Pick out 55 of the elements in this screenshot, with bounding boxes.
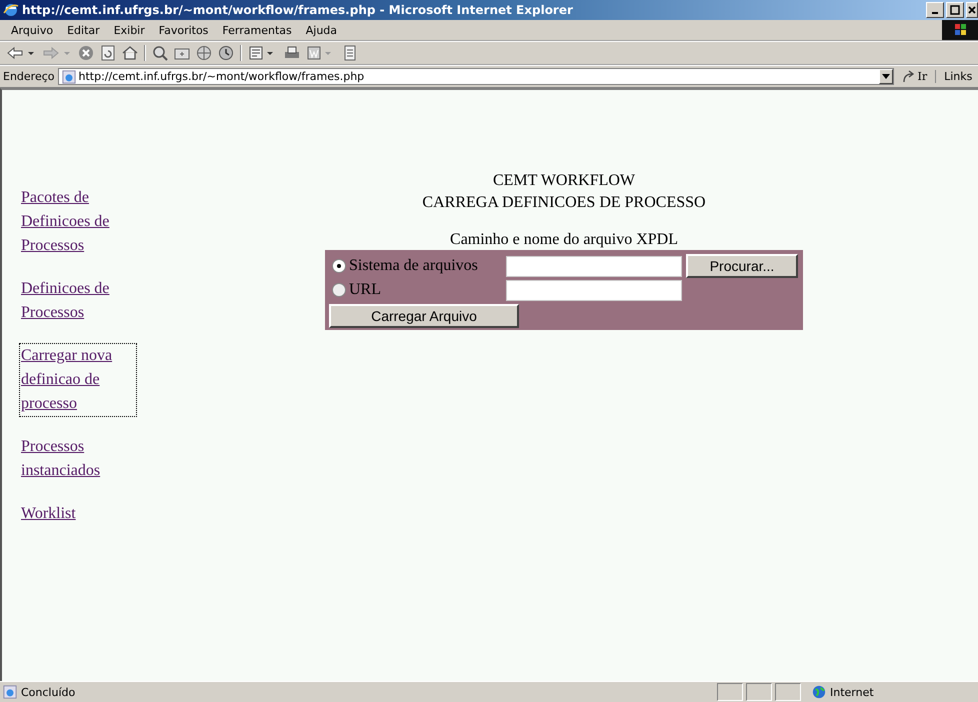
close-icon (967, 5, 977, 15)
status-pane (775, 683, 801, 701)
sidebar-link[interactable]: Definicoes de Processos (20, 277, 136, 325)
sidebar-link[interactable]: Carregar nova definicao de processo (20, 344, 136, 416)
home-icon[interactable] (122, 45, 138, 61)
links-button[interactable]: Links (935, 70, 972, 83)
address-label: Endereço (3, 70, 54, 83)
maximize-button[interactable] (946, 2, 964, 18)
address-field[interactable]: http://cemt.inf.ufrgs.br/~mont/workflow/frames.php (58, 68, 894, 85)
menu-item[interactable]: Ajuda (298, 24, 344, 36)
caret-icon (882, 74, 890, 79)
menu-item[interactable]: Arquivo (4, 24, 60, 36)
menu-item[interactable]: Favoritos (152, 24, 216, 36)
sidebar-link[interactable]: Worklist (20, 502, 136, 526)
close-button[interactable] (966, 2, 978, 18)
zone-text: Internet (830, 686, 874, 698)
browse-button[interactable]: Procurar... (686, 254, 798, 278)
browser-icon (3, 2, 19, 18)
status-pane (717, 683, 743, 701)
maximize-icon (950, 5, 960, 15)
submit-button[interactable]: Carregar Arquivo (329, 304, 519, 328)
search-icon[interactable] (152, 45, 168, 61)
back-arrow-icon[interactable] (6, 45, 36, 61)
menu-item[interactable]: Editar (60, 24, 107, 36)
dropdown-button[interactable] (878, 69, 892, 84)
page-subheading: CARREGA DEFINICOES DE PROCESSO (422, 193, 706, 213)
minimize-button[interactable] (926, 2, 944, 18)
globe-icon[interactable] (196, 45, 212, 61)
menu-item[interactable]: Ferramentas (215, 24, 299, 36)
input-field[interactable] (506, 256, 682, 276)
radio-label: URL (349, 281, 382, 299)
stop-icon[interactable] (78, 45, 94, 61)
notes-icon[interactable] (342, 45, 358, 61)
status-text: Concluído (21, 686, 76, 698)
minimize-icon (932, 12, 938, 14)
input-field[interactable] (506, 280, 682, 300)
radio-label: Sistema de arquivos (349, 257, 479, 275)
page-icon (3, 685, 17, 699)
radio-button[interactable] (332, 259, 346, 273)
page-icon (62, 70, 76, 84)
menu-item[interactable]: Exibir (106, 24, 152, 36)
history-icon[interactable] (218, 45, 234, 61)
sidebar-link[interactable]: Processos instanciados (20, 435, 136, 483)
go-arrow-icon (902, 70, 916, 84)
form-title: Caminho e nome do arquivo XPDL (450, 230, 678, 250)
globe-icon (812, 685, 826, 699)
go-button[interactable]: Ir (894, 70, 936, 84)
radio-button[interactable] (332, 283, 346, 297)
page-heading: CEMT WORKFLOW (492, 171, 636, 191)
refresh-icon[interactable] (100, 45, 116, 61)
status-pane (746, 683, 772, 701)
windows-logo-icon (942, 20, 978, 40)
sidebar-link[interactable]: Pacotes de Definicoes de Processos (20, 186, 136, 258)
printer-icon[interactable] (284, 45, 300, 61)
window-title: http://cemt.inf.ufrgs.br/~mont/workflow/frames.php - Microsoft Internet Explorer (22, 3, 573, 17)
